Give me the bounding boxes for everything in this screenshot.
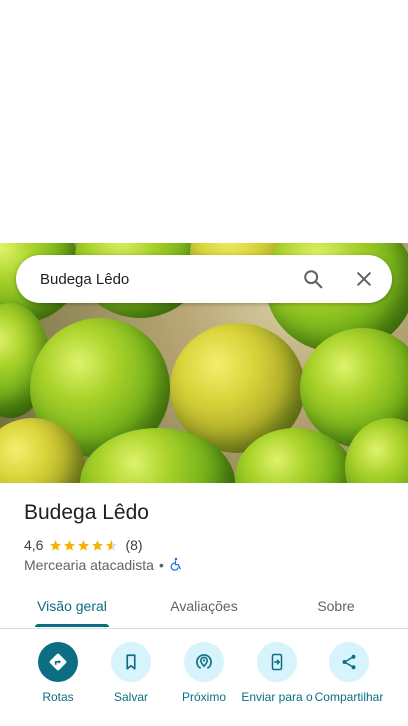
active-tab-indicator bbox=[35, 624, 109, 627]
separator: • bbox=[158, 557, 164, 573]
bookmark-icon bbox=[111, 642, 151, 682]
action-row: Rotas Salvar Próximo Enviar para o Compa… bbox=[0, 642, 408, 726]
tab-about[interactable]: Sobre bbox=[306, 584, 366, 628]
wheelchair-accessible-icon bbox=[169, 557, 183, 574]
nearby-label: Próximo bbox=[181, 690, 226, 704]
star-icon bbox=[92, 539, 104, 551]
send-to-phone-icon bbox=[257, 642, 297, 682]
star-icon bbox=[50, 539, 62, 551]
rating-stars bbox=[49, 539, 119, 552]
star-icon bbox=[78, 539, 90, 551]
send-to-phone-button[interactable]: Enviar para o bbox=[241, 642, 313, 704]
review-count[interactable]: (8) bbox=[125, 537, 142, 553]
share-button[interactable]: Compartilhar bbox=[314, 642, 384, 704]
rating-row[interactable]: 4,6 (8) bbox=[24, 536, 143, 554]
directions-button[interactable]: Rotas bbox=[23, 642, 93, 704]
tab-reviews[interactable]: Avaliações bbox=[158, 584, 250, 628]
half-star-icon bbox=[106, 539, 118, 551]
share-label: Compartilhar bbox=[314, 690, 384, 704]
place-title: Budega Lêdo bbox=[24, 501, 149, 524]
nearby-icon bbox=[184, 642, 224, 682]
place-category: Mercearia atacadista bbox=[24, 557, 154, 573]
search-input[interactable]: Budega Lêdo bbox=[40, 271, 301, 288]
share-icon bbox=[329, 642, 369, 682]
nearby-button[interactable]: Próximo bbox=[169, 642, 239, 704]
search-icon[interactable] bbox=[301, 267, 325, 291]
tab-bar: Visão geral Avaliações Sobre bbox=[0, 584, 408, 629]
tab-overview[interactable]: Visão geral bbox=[35, 584, 109, 628]
close-icon[interactable] bbox=[352, 267, 376, 291]
star-icon bbox=[64, 539, 76, 551]
directions-label: Rotas bbox=[42, 690, 74, 704]
send-to-phone-label: Enviar para o bbox=[241, 690, 313, 704]
search-bar[interactable]: Budega Lêdo bbox=[16, 255, 392, 303]
save-label: Salvar bbox=[113, 690, 148, 704]
save-button[interactable]: Salvar bbox=[96, 642, 166, 704]
category-row: Mercearia atacadista • bbox=[24, 556, 183, 574]
rating-value: 4,6 bbox=[24, 537, 44, 553]
directions-icon bbox=[38, 642, 78, 682]
